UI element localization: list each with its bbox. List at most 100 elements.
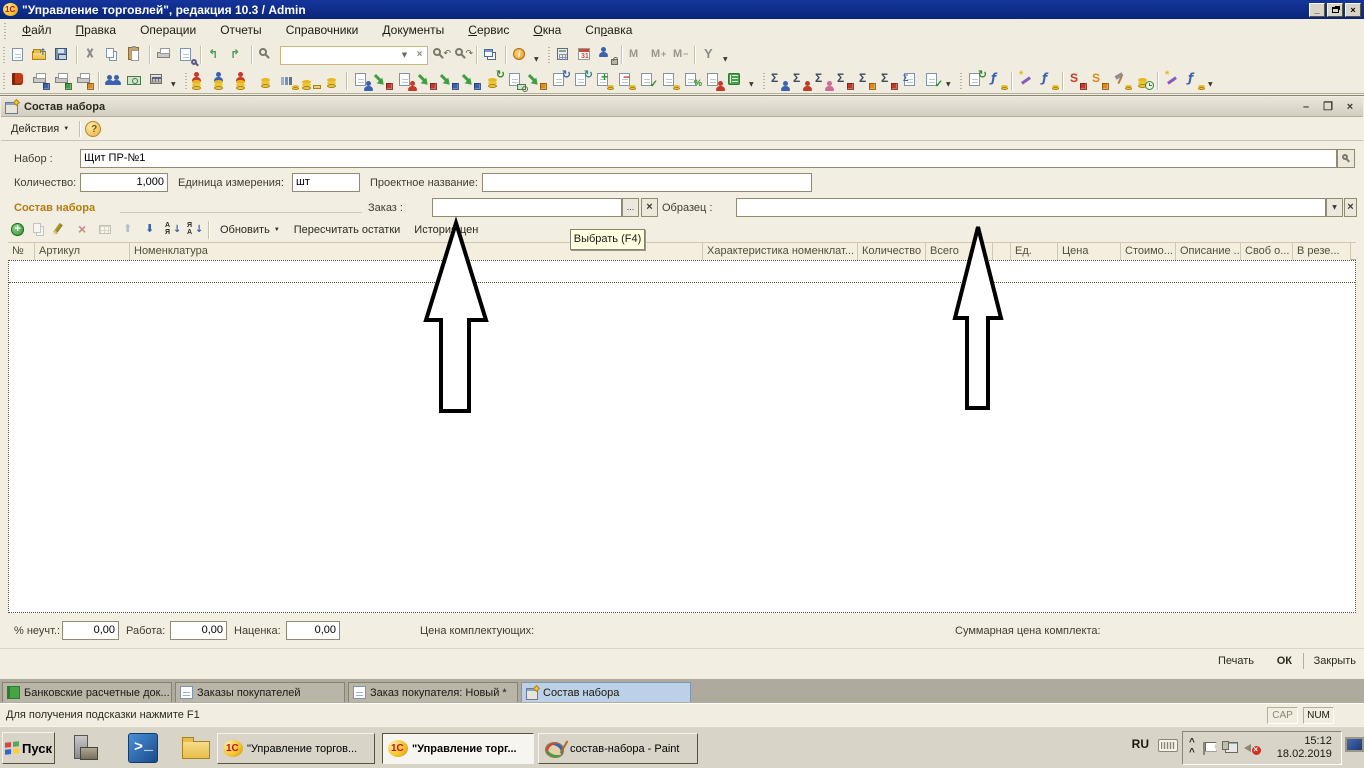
mdi-tab-Заказы покупателей[interactable]: Заказы покупателей xyxy=(175,682,345,703)
doc-refresh-teal-icon[interactable] xyxy=(572,71,592,90)
m-plus-icon[interactable] xyxy=(649,46,669,65)
doc-check-icon[interactable] xyxy=(923,71,943,90)
coins-clock-icon[interactable] xyxy=(1134,71,1154,90)
drop-icon[interactable] xyxy=(533,46,544,65)
recalc-remainders-button[interactable]: Пересчитать остатки xyxy=(287,224,408,236)
menu-Справка[interactable]: Справка xyxy=(573,23,644,37)
windows-icon[interactable] xyxy=(482,46,502,65)
m-minus-icon[interactable] xyxy=(671,46,691,65)
doc-check-icon[interactable] xyxy=(638,71,658,90)
menu-Правка[interactable]: Правка xyxy=(64,23,129,37)
grid-dim-icon[interactable] xyxy=(97,221,117,240)
network-icon[interactable] xyxy=(1222,741,1238,756)
actions-menu-button[interactable]: Действия▼ xyxy=(5,121,75,137)
doc-sigma-icon[interactable] xyxy=(901,71,921,90)
column-header-В резе...[interactable]: В резе... xyxy=(1293,243,1351,261)
task-button-3[interactable]: состав-набора - Paint xyxy=(538,733,698,764)
find-next-icon[interactable] xyxy=(431,46,451,65)
print-blue-icon[interactable] xyxy=(31,71,51,90)
task-button-2[interactable]: "Управление торг... xyxy=(382,733,534,764)
wand-icon[interactable] xyxy=(1163,71,1183,90)
find-prev-icon[interactable] xyxy=(453,46,473,65)
quick-search-input[interactable]: ▼× xyxy=(280,46,428,65)
mdi-tab-Состав набора[interactable]: Состав набора xyxy=(521,682,691,703)
project-input[interactable] xyxy=(482,173,812,192)
clock[interactable]: 15:12 18.02.2019 xyxy=(1266,735,1332,761)
s-doc-orange-icon[interactable] xyxy=(1090,71,1110,90)
sigma-person-blue-icon[interactable] xyxy=(769,71,789,90)
menu-Операции[interactable]: Операции xyxy=(128,23,208,37)
sigma-doc-orange-icon[interactable] xyxy=(857,71,877,90)
copy-dim-icon[interactable] xyxy=(31,221,51,240)
order-clear-button[interactable]: × xyxy=(641,198,658,217)
tray-flag-icon[interactable] xyxy=(1202,741,1216,756)
sample-clear-button[interactable]: × xyxy=(1344,198,1357,217)
column-header-Ед.[interactable]: Ед. xyxy=(1011,243,1058,261)
cut-icon[interactable] xyxy=(82,46,102,65)
column-header-Всего[interactable]: Всего xyxy=(926,243,993,261)
doc-minus-icon[interactable] xyxy=(616,71,636,90)
start-button[interactable]: Пуск xyxy=(2,732,55,764)
print-button[interactable]: Печать xyxy=(1218,655,1254,667)
info-icon[interactable] xyxy=(511,46,531,65)
tray-chevron-icon[interactable]: ^^ xyxy=(1189,738,1195,758)
sigma-doc-red-icon[interactable] xyxy=(835,71,855,90)
person-coins-blue-icon[interactable] xyxy=(213,71,233,90)
nabor-input[interactable]: Щит ПР-№1 xyxy=(80,149,1337,168)
preview-icon[interactable] xyxy=(177,46,197,65)
doc-percent-icon[interactable] xyxy=(682,71,702,90)
sample-select-button[interactable]: ▼ xyxy=(1326,198,1343,217)
wrench-icon[interactable] xyxy=(700,46,720,65)
s-doc-red-icon[interactable] xyxy=(1068,71,1088,90)
column-header-Артикул[interactable]: Артикул xyxy=(35,243,130,261)
menu-Справочники[interactable]: Справочники xyxy=(274,23,371,37)
money-icon[interactable] xyxy=(126,71,146,90)
minimize-button[interactable]: _ xyxy=(1309,3,1325,17)
column-header-№[interactable]: № xyxy=(8,243,35,261)
column-header-Количество[interactable]: Количество xyxy=(858,243,926,261)
drop-icon[interactable] xyxy=(945,71,956,90)
register-icon[interactable] xyxy=(148,71,168,90)
drop-icon[interactable] xyxy=(170,71,181,90)
menu-Отчеты[interactable]: Отчеты xyxy=(208,23,273,37)
sigma-person-red-icon[interactable] xyxy=(791,71,811,90)
open-icon[interactable] xyxy=(31,46,51,65)
menu-Документы[interactable]: Документы xyxy=(370,23,456,37)
journal-icon[interactable] xyxy=(9,71,29,90)
coins-stack-icon[interactable] xyxy=(323,71,343,90)
arrow-cube-orange-icon[interactable] xyxy=(528,71,548,90)
down-icon[interactable] xyxy=(141,221,161,240)
search-dropdown-icon[interactable]: ▼ xyxy=(398,48,411,63)
explorer-folder-icon[interactable] xyxy=(180,733,210,763)
add-icon[interactable] xyxy=(9,221,29,240)
close-button[interactable]: × xyxy=(1345,3,1361,17)
paste-icon[interactable] xyxy=(126,46,146,65)
mdi-tab-Банковские расчетные док...[interactable]: Банковские расчетные док... xyxy=(2,682,172,703)
menu-grip[interactable] xyxy=(2,22,10,40)
calc-icon[interactable] xyxy=(554,46,574,65)
menu-Окна[interactable]: Окна xyxy=(521,23,573,37)
coins-stack-icon[interactable] xyxy=(257,71,277,90)
sigma-doc-red-icon[interactable] xyxy=(879,71,899,90)
drop-icon[interactable] xyxy=(748,71,759,90)
arrow-cube-red-icon[interactable] xyxy=(374,71,394,90)
arrow-cube-blue-icon[interactable] xyxy=(440,71,460,90)
person-coins-red-icon[interactable] xyxy=(191,71,211,90)
wand-icon[interactable] xyxy=(1017,71,1037,90)
redo-icon[interactable] xyxy=(228,46,248,65)
column-header-Характеристика номенклат...[interactable]: Характеристика номенклат... xyxy=(703,243,858,261)
ok-button[interactable]: ОК xyxy=(1277,655,1292,667)
column-header-Описание ...[interactable]: Описание ... xyxy=(1176,243,1241,261)
f-coins-icon[interactable] xyxy=(988,71,1008,90)
keyboard-icon[interactable] xyxy=(1158,739,1178,752)
column-header-Цена[interactable]: Цена xyxy=(1058,243,1121,261)
column-header-Своб о...[interactable]: Своб о... xyxy=(1241,243,1293,261)
markup-input[interactable]: 0,00 xyxy=(286,621,340,640)
column-header-hidden[interactable] xyxy=(993,243,1011,261)
help-icon[interactable] xyxy=(85,121,101,137)
m-icon[interactable] xyxy=(627,46,647,65)
powershell-icon[interactable] xyxy=(128,733,158,763)
print-icon[interactable] xyxy=(155,46,175,65)
drop-icon[interactable] xyxy=(1207,71,1218,90)
f-coins-icon[interactable] xyxy=(1039,71,1059,90)
